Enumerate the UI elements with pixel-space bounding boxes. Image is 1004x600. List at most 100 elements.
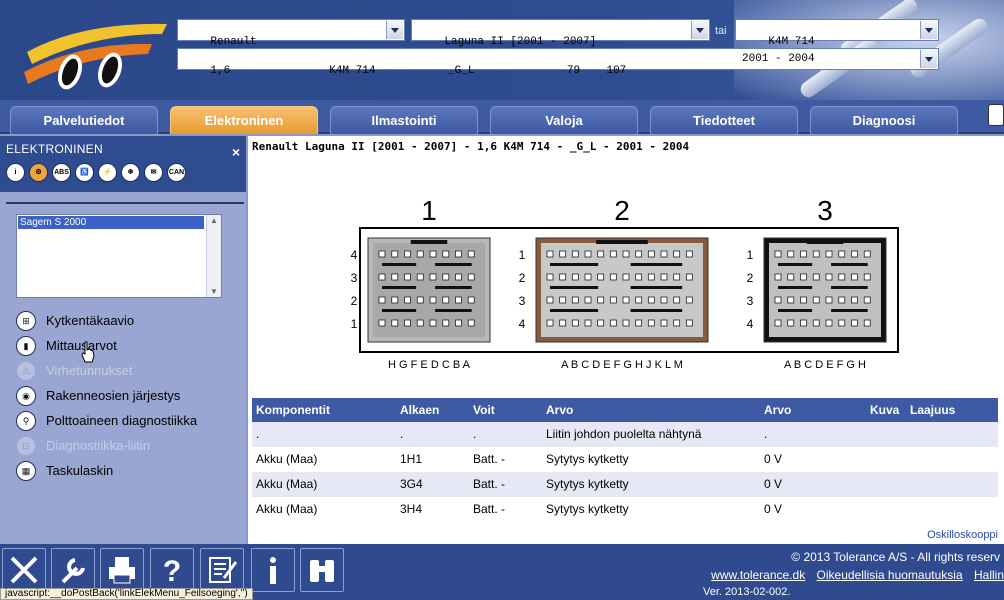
connector-pin[interactable] xyxy=(584,319,592,327)
connector-pin[interactable] xyxy=(622,296,630,304)
connector-pin[interactable] xyxy=(584,273,592,281)
info-button[interactable] xyxy=(251,548,295,592)
table-row[interactable]: Akku (Maa) 3H4 Batt. - Sytytys kytketty 0 V xyxy=(252,497,998,522)
connector-pin[interactable] xyxy=(391,250,399,258)
connector-pin[interactable] xyxy=(812,319,820,327)
connector-pin[interactable] xyxy=(851,296,858,304)
connector-pin[interactable] xyxy=(609,319,617,327)
connector-pin[interactable] xyxy=(774,250,782,258)
tab-palvelutiedot[interactable]: Palvelutiedot xyxy=(10,106,158,134)
tools-button[interactable] xyxy=(51,548,95,592)
connector-pin[interactable] xyxy=(673,319,681,327)
connector-pin[interactable] xyxy=(673,273,681,281)
connector-pin[interactable] xyxy=(685,296,693,304)
connector-pin[interactable] xyxy=(647,250,655,258)
connector-pin[interactable] xyxy=(851,250,858,258)
column-header[interactable]: Kuva xyxy=(870,398,910,422)
tab-diagnoosi[interactable]: Diagnoosi xyxy=(810,106,958,134)
connector-pin[interactable] xyxy=(455,319,462,327)
connector-pin[interactable] xyxy=(863,273,871,281)
connector-pin[interactable] xyxy=(404,296,411,304)
connector-pin[interactable] xyxy=(442,273,450,281)
connector-pin[interactable] xyxy=(378,250,386,258)
connector-pin[interactable] xyxy=(812,296,820,304)
connector-pin[interactable] xyxy=(838,250,846,258)
connector-pin[interactable] xyxy=(787,273,795,281)
chevron-down-icon[interactable] xyxy=(691,21,708,39)
connector-pin[interactable] xyxy=(391,319,399,327)
connector-pin[interactable] xyxy=(584,250,592,258)
connector-pin[interactable] xyxy=(660,250,668,258)
connector-pin[interactable] xyxy=(584,296,592,304)
tab-ilmastointi[interactable]: Ilmastointi xyxy=(330,106,478,134)
connector-pin[interactable] xyxy=(467,319,475,327)
menu-item[interactable]: ◉ Rakenneosien järjestys xyxy=(16,383,197,408)
model-select[interactable]: Laguna II [2001 - 2007] xyxy=(411,19,710,48)
connector-pin[interactable] xyxy=(863,319,871,327)
print-button[interactable] xyxy=(100,548,144,592)
connector-pin[interactable] xyxy=(660,296,668,304)
connector-pin[interactable] xyxy=(774,273,782,281)
connector-pin[interactable] xyxy=(559,319,567,327)
connector-pin[interactable] xyxy=(467,273,475,281)
connector-pin[interactable] xyxy=(812,273,820,281)
connector-pin[interactable] xyxy=(571,273,579,281)
system-listbox[interactable]: Sagem S 2000 xyxy=(16,214,222,298)
connector-pin[interactable] xyxy=(442,319,450,327)
connector-pin[interactable] xyxy=(416,319,424,327)
connector-pin[interactable] xyxy=(838,296,846,304)
connector-pin[interactable] xyxy=(404,273,411,281)
menu-item[interactable]: ⚲ Polttoaineen diagnostiikka xyxy=(16,408,197,433)
table-row[interactable]: Akku (Maa) 1H1 Batt. - Sytytys kytketty 0 V xyxy=(252,447,998,472)
connector-pin[interactable] xyxy=(559,250,567,258)
connector-pin[interactable] xyxy=(597,319,605,327)
connector-pin[interactable] xyxy=(851,273,858,281)
connector-pin[interactable] xyxy=(685,319,693,327)
connector-pin[interactable] xyxy=(635,296,643,304)
connector-pin[interactable] xyxy=(467,250,475,258)
connector-pin[interactable] xyxy=(455,273,462,281)
connector-pin[interactable] xyxy=(647,296,655,304)
connector-pin[interactable] xyxy=(559,273,567,281)
column-header[interactable]: Laajuus xyxy=(910,398,990,422)
connector-pin[interactable] xyxy=(800,319,807,327)
connector-pin[interactable] xyxy=(660,319,668,327)
connector-pin[interactable] xyxy=(660,273,668,281)
connector-pin[interactable] xyxy=(647,273,655,281)
chevron-down-icon[interactable] xyxy=(920,50,937,68)
connector-pin[interactable] xyxy=(404,319,411,327)
connector-pin[interactable] xyxy=(863,296,871,304)
exit-button[interactable] xyxy=(2,548,46,592)
connector-pin[interactable] xyxy=(571,319,579,327)
connector-pin[interactable] xyxy=(455,296,462,304)
engine-code-input[interactable]: K4M 714 xyxy=(735,19,939,48)
connector-pin[interactable] xyxy=(774,319,782,327)
table-row[interactable]: Akku (Maa) 3G4 Batt. - Sytytys kytketty 0 V xyxy=(252,472,998,497)
chevron-down-icon[interactable] xyxy=(386,21,403,39)
connector-pin[interactable] xyxy=(416,273,424,281)
tab-valoja[interactable]: Valoja xyxy=(490,106,638,134)
connector-pin[interactable] xyxy=(609,250,617,258)
tab-tiedotteet[interactable]: Tiedotteet xyxy=(650,106,798,134)
connector-pin[interactable] xyxy=(404,250,411,258)
column-header[interactable]: Arvo xyxy=(764,398,870,422)
connector-pin[interactable] xyxy=(391,273,399,281)
connector-pin[interactable] xyxy=(609,296,617,304)
search-button[interactable] xyxy=(300,548,344,592)
menu-item[interactable]: ⊞ Kytkentäkaavio xyxy=(16,308,197,333)
connector-pin[interactable] xyxy=(838,273,846,281)
oscilloscope-link[interactable]: Oskilloskooppi xyxy=(927,529,998,541)
chevron-down-icon[interactable] xyxy=(920,21,937,39)
connector-pin[interactable] xyxy=(800,250,807,258)
can-icon[interactable]: CAN xyxy=(167,163,186,182)
connector-pin[interactable] xyxy=(622,250,630,258)
connector-pin[interactable] xyxy=(800,273,807,281)
connector-pin[interactable] xyxy=(442,296,450,304)
close-icon[interactable]: × xyxy=(232,144,240,160)
menu-item[interactable]: ▦ Taskulaskin xyxy=(16,458,197,483)
connector-pin[interactable] xyxy=(467,296,475,304)
connector-pin[interactable] xyxy=(673,296,681,304)
connector-pin[interactable] xyxy=(597,273,605,281)
connector-pin[interactable] xyxy=(647,319,655,327)
connector-pin[interactable] xyxy=(838,319,846,327)
